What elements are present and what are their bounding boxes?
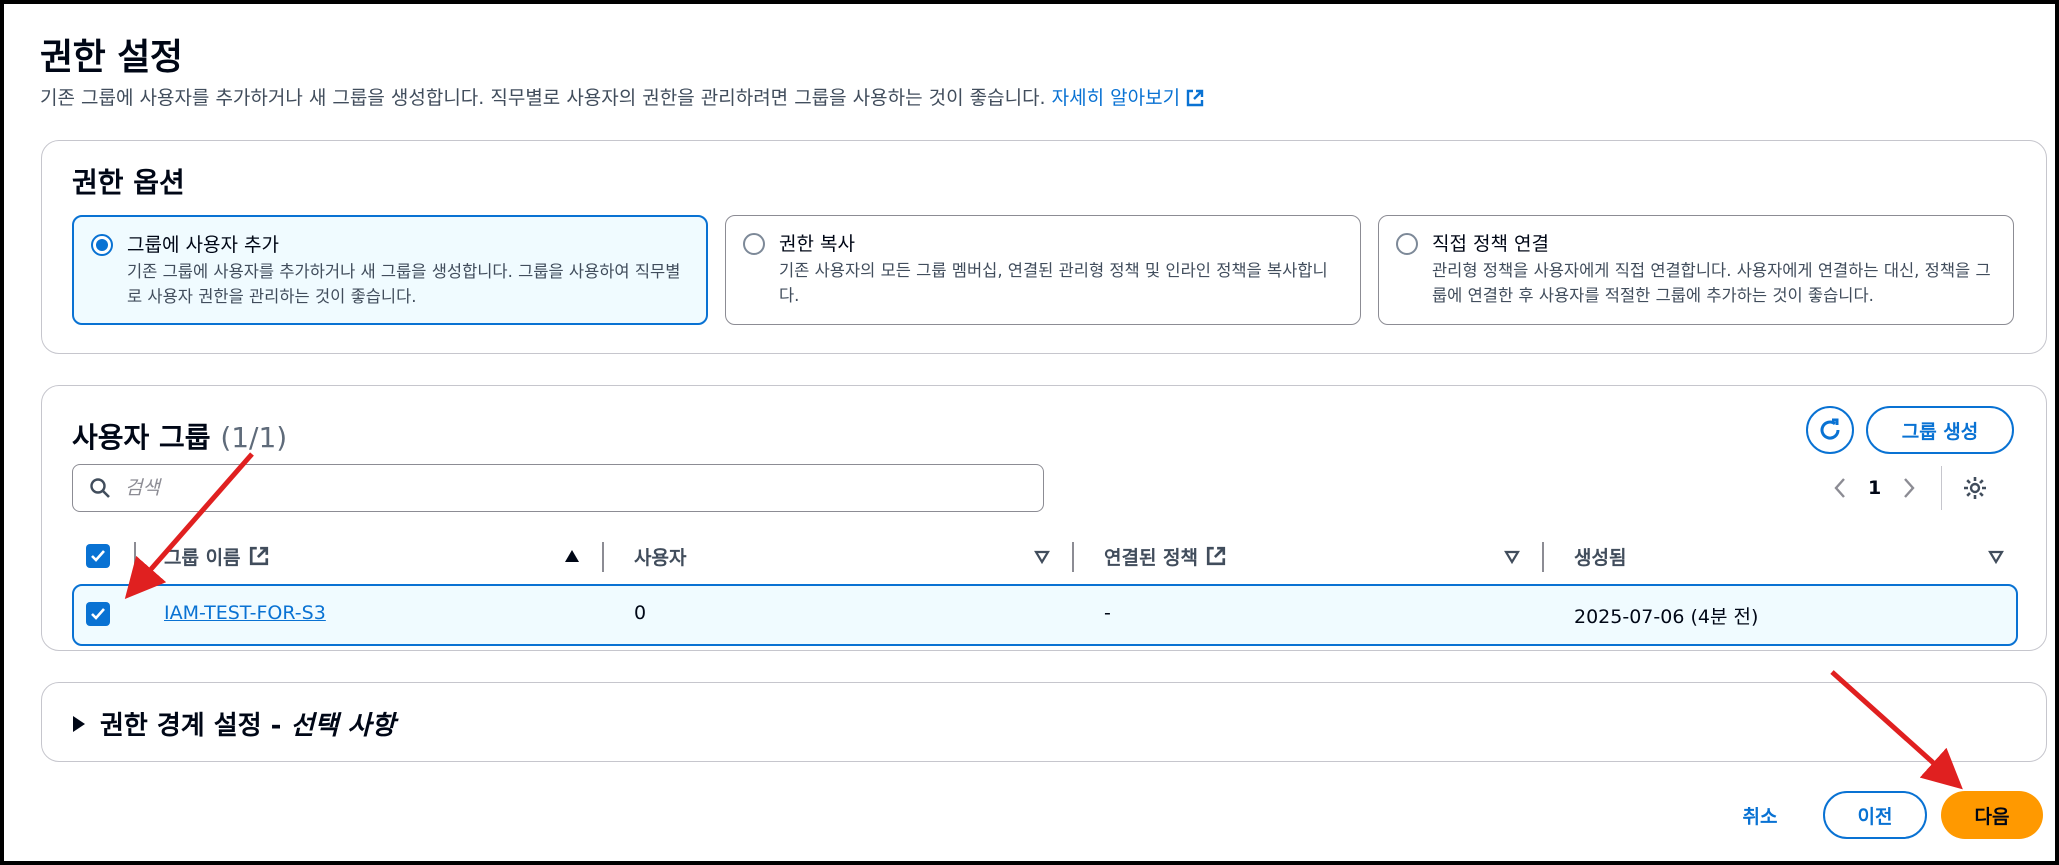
- external-link-icon: [1186, 89, 1204, 107]
- permission-options-title: 권한 옵션: [72, 166, 185, 199]
- column-divider: [602, 542, 604, 572]
- page-description: 기존 그룹에 사용자를 추가하거나 새 그룹을 생성합니다. 직무별로 사용자의…: [40, 83, 1204, 110]
- radio-selected-icon[interactable]: [91, 234, 113, 256]
- option-attach-policies-directly[interactable]: 직접 정책 연결 관리형 정책을 사용자에게 직접 연결합니다. 사용자에게 연…: [1378, 215, 2014, 325]
- external-link-icon: [249, 546, 268, 566]
- cell-users: 0: [634, 602, 647, 624]
- search-icon: [90, 478, 110, 498]
- user-groups-count: (1/1): [220, 421, 288, 454]
- permissions-boundary-toggle[interactable]: 권한 경계 설정 - 선택 사항: [72, 705, 395, 742]
- option-description: 관리형 정책을 사용자에게 직접 연결합니다. 사용자에게 연결하는 대신, 정…: [1432, 261, 1991, 305]
- column-header-label: 연결된 정책: [1104, 546, 1199, 569]
- option-title: 권한 복사: [779, 233, 855, 255]
- sort-caret-icon[interactable]: [1988, 550, 2004, 564]
- cell-policies: -: [1104, 602, 1111, 624]
- option-title: 그룹에 사용자 추가: [127, 234, 279, 256]
- create-group-button[interactable]: 그룹 생성: [1866, 406, 2014, 454]
- option-copy-permissions[interactable]: 권한 복사 기존 사용자의 모든 그룹 멤버십, 연결된 관리형 정책 및 인라…: [725, 215, 1361, 325]
- option-description: 기존 사용자의 모든 그룹 멤버십, 연결된 관리형 정책 및 인라인 정책을 …: [779, 261, 1328, 305]
- checkbox-checked-icon: [86, 544, 110, 568]
- row-checkbox[interactable]: [86, 602, 110, 626]
- permissions-boundary-card: 권한 경계 설정 - 선택 사항: [41, 682, 2047, 762]
- column-divider: [1542, 542, 1544, 572]
- permission-options-card: 권한 옵션 그룹에 사용자 추가 기존 그룹에 사용자를 추가하거나 새 그룹을…: [41, 140, 2047, 354]
- column-header-created[interactable]: 생성됨: [1574, 536, 1626, 576]
- refresh-button[interactable]: [1806, 406, 1854, 454]
- user-groups-title: 사용자 그룹 (1/1): [72, 416, 287, 456]
- user-groups-card: 사용자 그룹 (1/1) 그룹 생성 1 그룹 이름 사용자 연결된 정책: [41, 385, 2047, 651]
- learn-more-label: 자세히 알아보기: [1051, 87, 1181, 109]
- checkbox-checked-icon: [86, 602, 110, 626]
- chevron-right-icon[interactable]: [1901, 477, 1917, 499]
- column-header-label: 사용자: [634, 546, 687, 569]
- pagination: 1: [1832, 464, 1988, 512]
- sort-ascending-icon[interactable]: [564, 549, 580, 563]
- external-link-icon: [1206, 546, 1226, 566]
- column-divider: [1072, 542, 1074, 572]
- table-row[interactable]: IAM-TEST-FOR-S3 0 - 2025-07-06 (4분 전): [72, 584, 2018, 646]
- caret-right-icon: [73, 715, 85, 732]
- boundary-optional: 선택 사항: [290, 711, 396, 741]
- table-header: 그룹 이름 사용자 연결된 정책 생성됨: [72, 536, 2018, 576]
- radio-unselected-icon[interactable]: [1396, 233, 1418, 255]
- column-header-users[interactable]: 사용자: [634, 536, 686, 576]
- settings-gear-icon[interactable]: [1962, 475, 1988, 501]
- option-description: 기존 그룹에 사용자를 추가하거나 새 그룹을 생성합니다. 그룹을 사용하여 …: [127, 262, 681, 306]
- option-add-user-to-group[interactable]: 그룹에 사용자 추가 기존 그룹에 사용자를 추가하거나 새 그룹을 생성합니다…: [72, 215, 708, 325]
- refresh-icon: [1820, 418, 1840, 440]
- boundary-title: 권한 경계 설정 -: [100, 711, 291, 741]
- learn-more-link[interactable]: 자세히 알아보기: [1052, 87, 1204, 109]
- current-page[interactable]: 1: [1868, 477, 1881, 499]
- page-description-text: 기존 그룹에 사용자를 추가하거나 새 그룹을 생성합니다. 직무별로 사용자의…: [40, 87, 1046, 109]
- cell-created: 2025-07-06 (4분 전): [1574, 606, 1759, 628]
- search-field[interactable]: [72, 464, 1044, 512]
- user-groups-title-text: 사용자 그룹: [72, 421, 211, 454]
- column-header-group-name[interactable]: 그룹 이름: [164, 536, 269, 576]
- previous-button[interactable]: 이전: [1823, 791, 1927, 839]
- next-button[interactable]: 다음: [1941, 791, 2043, 839]
- chevron-left-icon[interactable]: [1832, 477, 1848, 499]
- search-input[interactable]: [125, 473, 1025, 503]
- column-header-label: 생성됨: [1574, 546, 1627, 569]
- column-header-attached-policies[interactable]: 연결된 정책: [1104, 536, 1226, 576]
- column-header-label: 그룹 이름: [164, 546, 241, 569]
- cancel-button[interactable]: 취소: [1720, 791, 1800, 839]
- group-name-link[interactable]: IAM-TEST-FOR-S3: [164, 602, 326, 624]
- select-all-checkbox[interactable]: [86, 536, 110, 576]
- cell-group-name: IAM-TEST-FOR-S3: [164, 602, 326, 624]
- sort-caret-icon[interactable]: [1034, 550, 1050, 564]
- option-title: 직접 정책 연결: [1432, 233, 1549, 255]
- boundary-title-wrap: 권한 경계 설정 - 선택 사항: [100, 705, 395, 742]
- sort-caret-icon[interactable]: [1504, 550, 1520, 564]
- page-title: 권한 설정: [40, 37, 183, 78]
- pager-divider: [1941, 466, 1943, 510]
- radio-unselected-icon[interactable]: [743, 233, 765, 255]
- column-divider: [134, 542, 136, 572]
